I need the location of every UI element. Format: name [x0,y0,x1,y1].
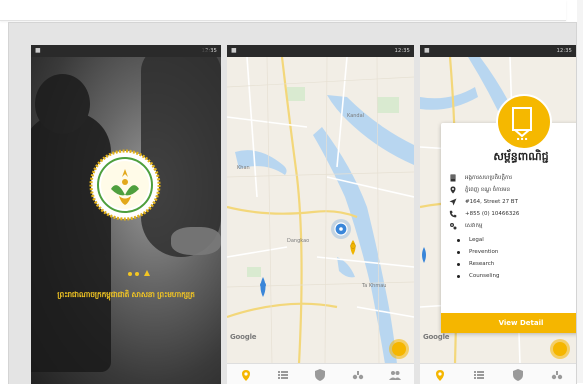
organization-type-text: អង្គការសហប្រតិបត្តិការ [465,175,513,181]
organization-name: សម្ព័ន្ធពាណិជ្ជ [493,150,549,163]
status-time: 12:35 [556,48,572,54]
services-tab-icon[interactable] [550,367,564,381]
organization-logo-icon [89,149,161,221]
splash-screen: ■ 12:35 ព្រះរាជាណាចក្រកម្ពុជាជាតិ សាសនា … [31,45,221,384]
navigation-icon [449,198,457,206]
service-item: Prevention [456,249,499,255]
services-tab-icon[interactable] [351,367,365,381]
view-detail-button[interactable]: View Detail [441,313,576,333]
people-tab-icon[interactable] [388,367,402,381]
ornament-icon [128,270,150,276]
svg-text:Ta Khmau: Ta Khmau [361,283,386,289]
list-tab-icon[interactable] [472,367,486,381]
splash-title: ព្រះរាជាណាចក្រកម្ពុជាជាតិ សាសនា ព្រះមហាក… [57,290,195,299]
shield-tab-icon[interactable] [313,367,327,381]
status-time: 12:35 [394,48,410,54]
page-scrollbar[interactable] [577,0,583,383]
svg-text:Kandal: Kandal [347,113,364,119]
content-card-top [0,0,566,21]
address-text: ភ្នំពេញ ខណ្ឌ ចំការមន [465,187,511,193]
building-icon [450,174,456,182]
map-attribution: Google [423,333,450,341]
phone-text: +855 (0) 10466326 [465,211,520,217]
bottom-navigation [227,363,414,384]
notification-icon: ■ [35,47,41,54]
map-attribution: Google [230,333,257,341]
list-tab-icon[interactable] [276,367,290,381]
map-view[interactable]: Khan Kandal Dangkao Ta Khmau Google [227,57,414,364]
services-heading: សេវាកម្ម [465,223,483,229]
organization-detail-card: ▪ ▪ ▪ សម្ព័ន្ធពាណិជ្ជ អង្គការសហប្រតិបត្ត… [441,94,576,333]
map-screen: ■ 12:35 Khan Kandal Dangkao Ta Khmau Goo… [227,45,414,384]
screenshot-gallery[interactable]: ■ 12:35 ព្រះរាជាណាចក្រកម្ពុជាជាតិ សាសនា … [8,22,577,384]
map-pin-tab-icon[interactable] [433,367,447,381]
svg-text:▪ ▪ ▪: ▪ ▪ ▪ [517,136,528,141]
detail-screen: ■ 12:35 Google ▪ ▪ ▪ សម្ព័ន្ធពាណិជ្ជ អង្… [420,45,576,384]
service-item: Legal [457,237,484,243]
notification-icon: ■ [424,47,430,54]
service-item: Counseling [456,273,500,279]
svg-text:Khan: Khan [237,165,250,171]
status-bar: ■ 12:35 [227,45,414,57]
svg-text:Dangkao: Dangkao [287,238,309,244]
street-text: #164, Street 27 BT [465,199,518,205]
service-item: Research [456,261,495,267]
services-icon [450,223,457,230]
shield-tab-icon[interactable] [511,367,525,381]
location-pin-icon [450,186,456,194]
organization-logo-icon: ▪ ▪ ▪ [496,94,552,150]
bottom-navigation [420,363,576,384]
map-pin-tab-icon[interactable] [239,367,253,381]
notification-icon: ■ [231,47,237,54]
phone-icon [449,210,457,218]
status-bar: ■ 12:35 [420,45,576,57]
